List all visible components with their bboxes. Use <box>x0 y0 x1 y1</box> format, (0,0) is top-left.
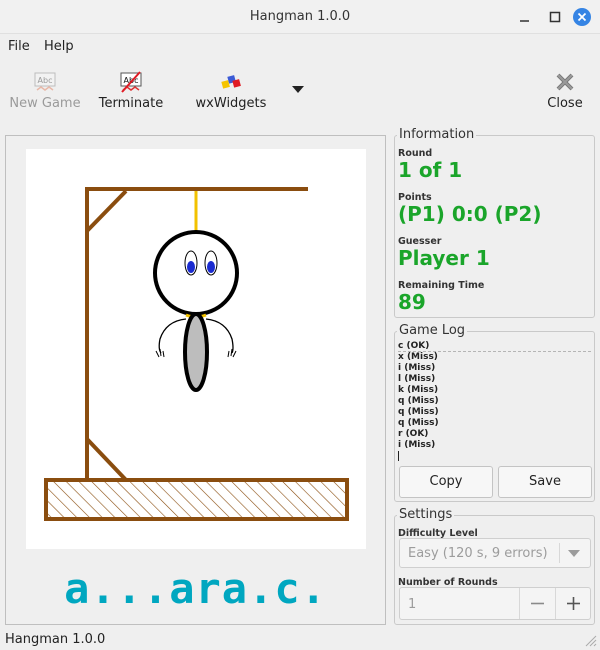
menu-file[interactable]: File <box>8 39 30 54</box>
terminate-label: Terminate <box>98 96 164 111</box>
minus-icon[interactable] <box>520 588 555 619</box>
resize-grip-icon[interactable] <box>583 633 597 647</box>
round-value: 1 of 1 <box>398 158 463 182</box>
status-text: Hangman 1.0.0 <box>5 632 106 647</box>
save-button[interactable]: Save <box>498 466 592 498</box>
new-game-label: New Game <box>9 96 81 111</box>
toolbar: Abc New Game Abc Terminate wxWidgets Clo… <box>0 58 600 122</box>
information-group: Information Round 1 of 1 Points (P1) 0:0… <box>394 127 595 318</box>
difficulty-select[interactable]: Easy (120 s, 9 errors) <box>399 538 591 568</box>
guesser-value: Player 1 <box>398 246 490 270</box>
combo-divider <box>559 543 560 563</box>
close-icon <box>556 73 574 91</box>
remaining-time-value: 89 <box>398 290 426 314</box>
body <box>183 312 209 392</box>
log-entry: q (Miss) <box>398 396 439 406</box>
window-close-icon[interactable] <box>573 8 591 26</box>
points-value: (P1) 0:0 (P2) <box>398 202 542 226</box>
terminate-button[interactable]: Abc Terminate <box>96 66 166 118</box>
masked-word: a...ara.c. <box>64 564 327 613</box>
toolbar-overflow-chevron-icon[interactable] <box>291 84 305 94</box>
rounds-stepper[interactable]: 1 <box>399 587 591 620</box>
title-bar: Hangman 1.0.0 <box>0 0 600 34</box>
close-label: Close <box>547 96 583 111</box>
log-entry: q (Miss) <box>398 418 439 428</box>
minimize-icon[interactable] <box>516 8 534 26</box>
game-log-text[interactable]: c (OK) x (Miss) i (Miss) l (Miss) k (Mis… <box>398 341 591 461</box>
game-log-title: Game Log <box>397 323 468 338</box>
right-arm <box>205 318 234 354</box>
log-entry: r (OK) <box>398 429 429 439</box>
menu-help[interactable]: Help <box>44 39 74 54</box>
svg-text:Abc: Abc <box>38 76 53 85</box>
rounds-value: 1 <box>408 597 417 612</box>
wxwidgets-label: wxWidgets <box>195 96 267 111</box>
log-entry: i (Miss) <box>398 363 436 373</box>
chevron-down-icon <box>568 550 580 557</box>
log-entry: q (Miss) <box>398 407 439 417</box>
wxwidgets-button[interactable]: wxWidgets <box>193 66 269 118</box>
terminate-icon: Abc <box>120 71 142 93</box>
log-entry: l (Miss) <box>398 374 436 384</box>
menu-bar: File Help <box>0 34 600 58</box>
new-game-button[interactable]: Abc New Game <box>8 66 82 118</box>
log-entry: x (Miss) <box>398 352 438 362</box>
game-log-group: Game Log c (OK) x (Miss) i (Miss) l (Mis… <box>394 323 595 502</box>
status-bar: Hangman 1.0.0 <box>0 630 600 650</box>
left-arm <box>158 318 187 354</box>
close-game-button[interactable]: Close <box>542 66 588 118</box>
gallows-base <box>44 478 349 521</box>
maximize-icon[interactable] <box>546 8 564 26</box>
window-title: Hangman 1.0.0 <box>249 9 351 24</box>
text-caret <box>398 451 399 461</box>
new-game-icon: Abc <box>34 72 56 91</box>
log-entry: i (Miss) <box>398 440 436 450</box>
hangman-canvas <box>26 149 366 549</box>
log-divider <box>398 351 591 352</box>
wxwidgets-icon <box>221 75 241 89</box>
information-title: Information <box>397 127 477 142</box>
settings-group: Settings Difficulty Level Easy (120 s, 9… <box>394 507 595 625</box>
log-entry: k (Miss) <box>398 385 439 395</box>
difficulty-value: Easy (120 s, 9 errors) <box>408 546 548 561</box>
settings-title: Settings <box>397 507 455 522</box>
game-panel: a...ara.c. <box>5 135 386 625</box>
hangman-drawing <box>44 187 349 521</box>
head <box>153 230 239 316</box>
plus-icon[interactable] <box>556 588 591 619</box>
copy-button[interactable]: Copy <box>399 466 493 498</box>
